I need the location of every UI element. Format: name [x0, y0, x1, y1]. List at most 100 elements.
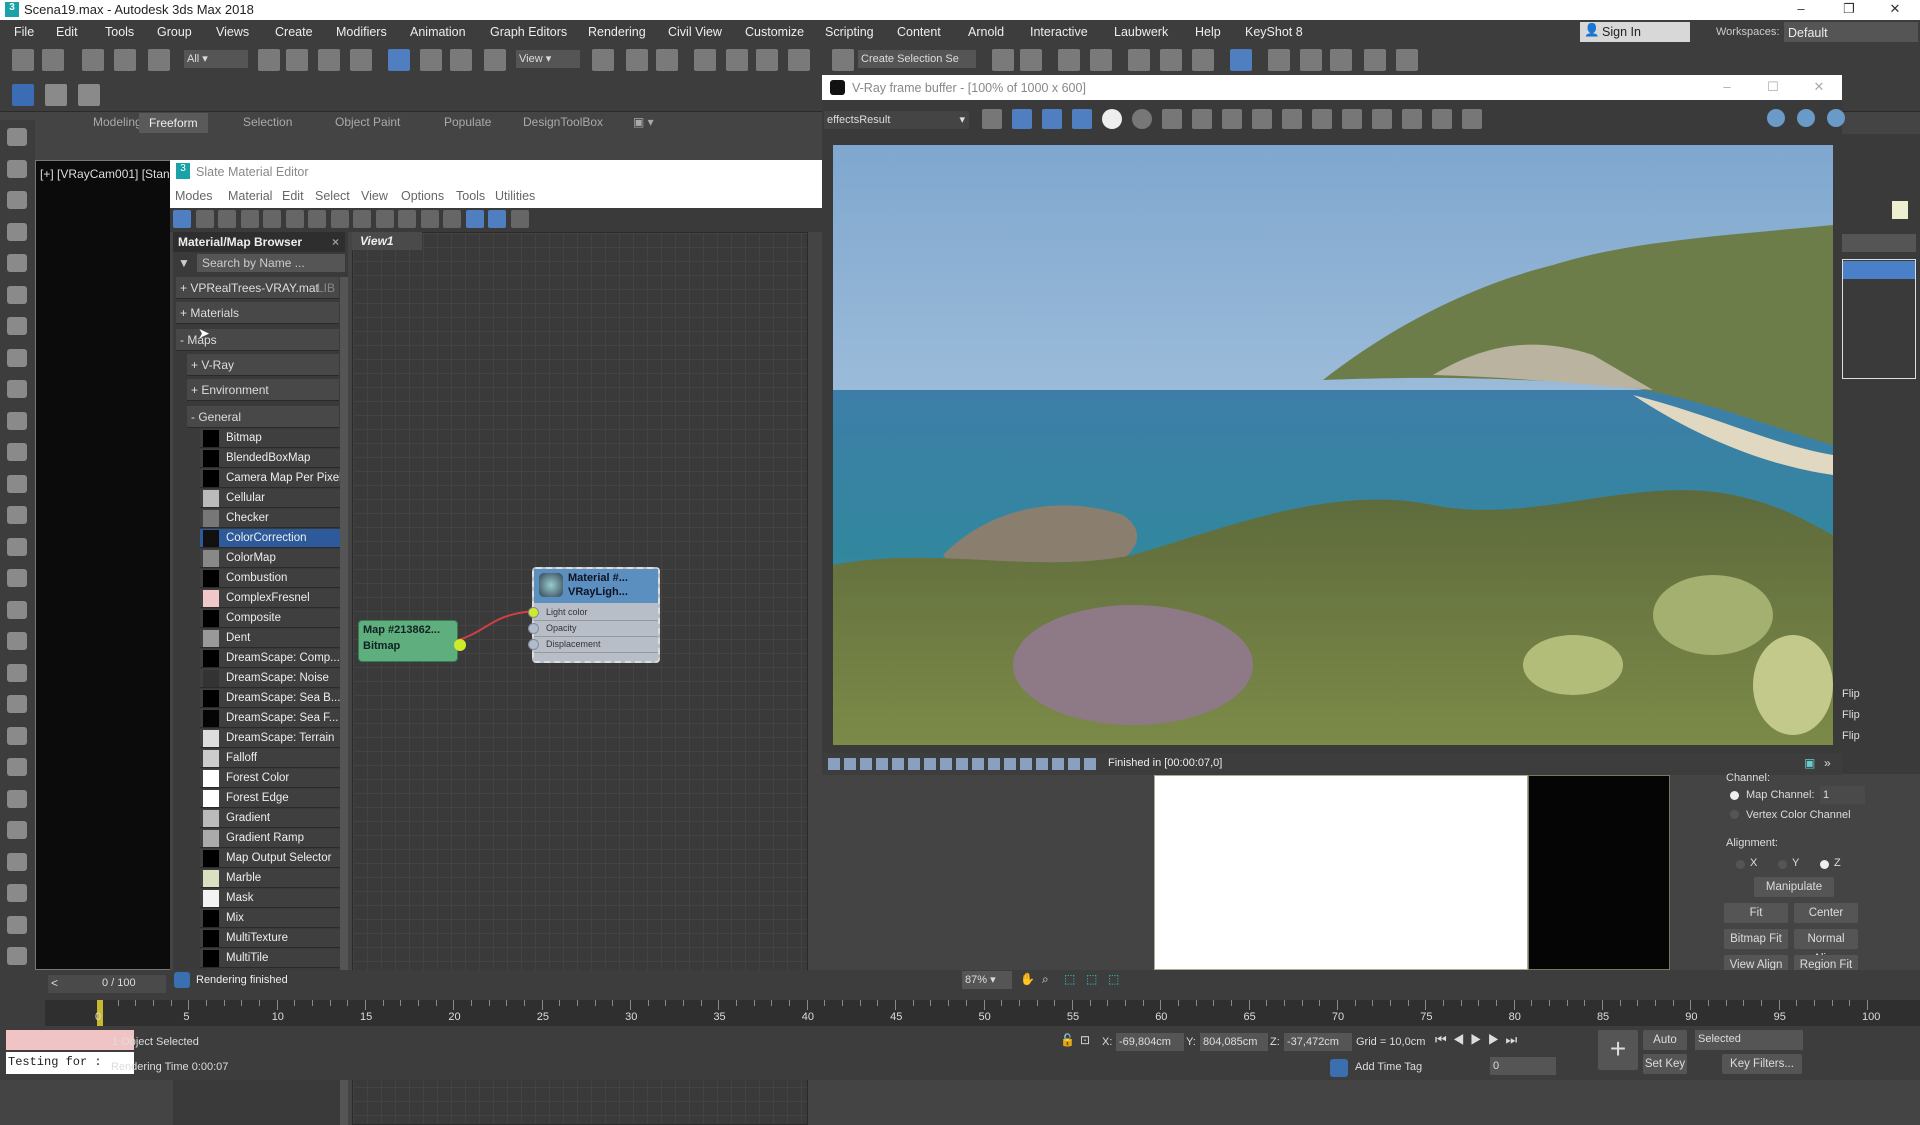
teapot-icon[interactable] — [7, 128, 27, 146]
vfb-history-icon[interactable] — [844, 758, 856, 770]
time-slider[interactable]: < 0 / 100 — [48, 975, 166, 993]
vfb-maximize-button[interactable]: ☐ — [1758, 79, 1788, 95]
scene-list-icon[interactable] — [78, 84, 100, 106]
vfb-exposure-icon[interactable] — [956, 758, 968, 770]
object-color-swatch[interactable] — [1892, 201, 1908, 219]
menu-tools[interactable]: Tools — [105, 25, 134, 39]
atom-icon[interactable] — [7, 726, 27, 745]
menu-modifiers[interactable]: Modifiers — [336, 25, 387, 39]
sign-in-button[interactable]: 👤 Sign In — [1580, 22, 1690, 42]
vfb-grid-icon[interactable] — [1084, 758, 1096, 770]
toggle-ribbon-icon[interactable] — [1128, 49, 1150, 71]
tab-freeform[interactable]: Freeform — [139, 113, 208, 133]
absolute-mode-icon[interactable]: ⊡ — [1080, 1033, 1090, 1047]
rc-script-icon[interactable] — [12, 84, 34, 106]
undo-icon[interactable] — [12, 49, 34, 71]
flip-checkbox-label[interactable]: Flip — [1842, 730, 1860, 742]
vfb-hsl-icon[interactable] — [988, 758, 1000, 770]
paint-icon[interactable] — [7, 695, 27, 713]
render-setup-icon[interactable] — [1268, 49, 1290, 71]
workspaces-dropdown[interactable]: Default — [1784, 22, 1918, 42]
menu-graph-editors[interactable]: Graph Editors — [490, 25, 567, 39]
vertex-color-radio[interactable] — [1730, 810, 1739, 819]
particles-icon[interactable] — [7, 663, 27, 682]
pivot-icon[interactable] — [592, 49, 614, 71]
vfb-lens-effects-icon[interactable] — [892, 758, 904, 770]
close-button[interactable]: ✕ — [1880, 1, 1910, 17]
place-icon[interactable] — [484, 49, 506, 71]
blue-channel-icon[interactable] — [1072, 109, 1092, 129]
vfb-hue-icon[interactable] — [1036, 758, 1048, 770]
schematic-icon[interactable] — [7, 254, 27, 272]
selection-filter-dropdown[interactable]: All ▾ — [184, 50, 248, 68]
spinner-snap-icon[interactable] — [788, 49, 810, 71]
helper-icon[interactable] — [7, 348, 27, 367]
edit-named-selection-icon[interactable] — [832, 49, 854, 71]
map-channel-radio[interactable] — [1730, 791, 1739, 800]
green-channel-icon[interactable] — [1042, 109, 1062, 129]
unlink-icon[interactable] — [114, 49, 136, 71]
vfb-show-corrections-icon[interactable] — [828, 758, 840, 770]
toggle-scene-explorer-icon[interactable] — [1058, 49, 1080, 71]
menu-edit[interactable]: Edit — [56, 25, 78, 39]
red-channel-icon[interactable] — [1012, 109, 1032, 129]
camera-icon[interactable] — [7, 317, 27, 335]
output-socket[interactable] — [454, 639, 466, 651]
load-image-icon[interactable] — [1192, 109, 1212, 129]
material-icon[interactable] — [7, 222, 27, 241]
bitmap-fit-button[interactable]: Bitmap Fit — [1724, 929, 1788, 949]
vfb-lut-toggle-icon[interactable] — [1004, 758, 1016, 770]
vfb-curves-icon[interactable] — [940, 758, 952, 770]
cloud-icon[interactable] — [7, 159, 27, 178]
tab-object-paint[interactable]: Object Paint — [335, 115, 400, 129]
select-move-icon[interactable] — [388, 49, 410, 71]
prev-frame-icon[interactable]: < — [51, 976, 58, 990]
key-mode-dropdown[interactable]: Selected — [1695, 1030, 1803, 1050]
input-socket[interactable] — [528, 607, 539, 618]
manipulate-button[interactable]: Manipulate — [1754, 877, 1834, 897]
render-interactive-icon[interactable] — [1767, 109, 1785, 127]
material-slot[interactable]: Light color — [528, 605, 658, 621]
vfb-info-icon[interactable] — [860, 758, 872, 770]
menu-content[interactable]: Content — [897, 25, 941, 39]
select-object-icon[interactable] — [258, 49, 280, 71]
select-manipulate-icon[interactable] — [626, 49, 648, 71]
modifier-stack-selected[interactable] — [1843, 261, 1915, 279]
display-icon[interactable] — [7, 947, 27, 965]
hierarchy-icon[interactable] — [7, 884, 27, 902]
y-coordinate-field[interactable]: 804,085cm — [1200, 1033, 1268, 1051]
vfb-stereo-icon[interactable] — [876, 758, 888, 770]
compare-icon[interactable] — [1462, 109, 1482, 129]
modifier-list-dropdown[interactable] — [1842, 234, 1916, 252]
clear-image-icon[interactable] — [1222, 109, 1242, 129]
align-icon[interactable] — [1020, 49, 1042, 71]
material-slot[interactable]: Displacement — [528, 637, 658, 653]
set-key-big-button[interactable]: + — [1598, 1030, 1638, 1070]
set-key-button[interactable]: Set Key — [1643, 1054, 1687, 1074]
center-button[interactable]: Center — [1794, 903, 1858, 923]
vfb-ocio-icon[interactable] — [1020, 758, 1032, 770]
render-icon[interactable] — [7, 191, 27, 209]
material-slot[interactable]: Opacity — [528, 621, 658, 637]
input-socket[interactable] — [528, 639, 539, 650]
named-selection-sets-dropdown[interactable]: Create Selection Se — [858, 50, 976, 68]
light-icon[interactable] — [7, 285, 27, 304]
viewport[interactable]: [+] [VRayCam001] [Stan — [35, 160, 175, 970]
vfb-minimize-button[interactable]: – — [1712, 79, 1742, 94]
axis-x-radio[interactable] — [1736, 860, 1745, 869]
zoom-icon[interactable]: ⌕ — [1042, 972, 1049, 987]
menu-laubwerk[interactable]: Laubwerk — [1114, 25, 1168, 39]
schematic-view-icon[interactable] — [1192, 49, 1214, 71]
spacewarp-icon[interactable] — [7, 380, 27, 398]
axis-y-radio[interactable] — [1778, 860, 1787, 869]
save-image-icon[interactable] — [1162, 109, 1182, 129]
z-coordinate-field[interactable]: -37,472cm — [1284, 1033, 1352, 1051]
grass-icon[interactable] — [7, 789, 27, 808]
render-gallery-icon[interactable] — [1396, 49, 1418, 71]
menu-views[interactable]: Views — [216, 25, 249, 39]
menu-rendering[interactable]: Rendering — [588, 25, 646, 39]
pyramid-icon[interactable] — [7, 569, 27, 587]
maximize-button[interactable]: ❐ — [1834, 1, 1864, 17]
redo-icon[interactable] — [42, 49, 64, 71]
flip-checkbox-label[interactable]: Flip — [1842, 688, 1860, 700]
